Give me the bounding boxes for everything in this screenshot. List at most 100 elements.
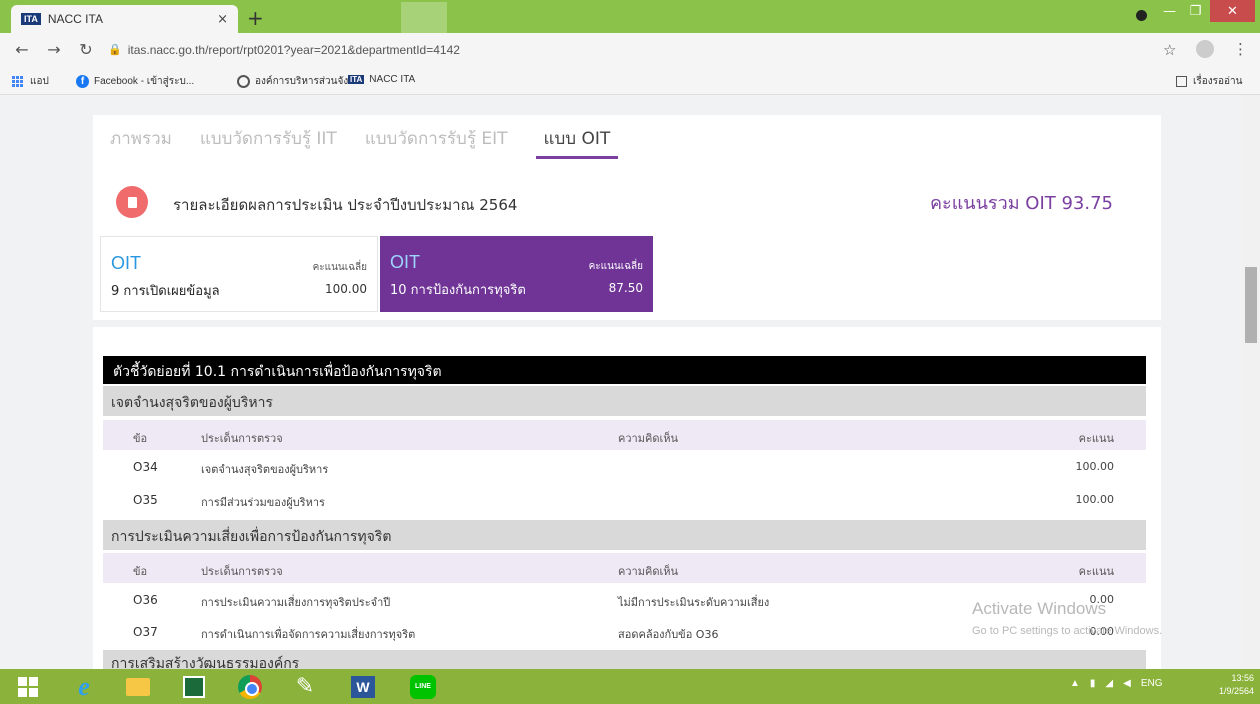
oit-indicator-9[interactable]: OIT 9 การเปิดเผยข้อมูล คะแนนเฉลี่ย 100.0…	[100, 236, 378, 312]
tab-oit[interactable]: แบบ OIT	[535, 121, 619, 159]
activate-windows-hint: Go to PC settings to activate Windows.	[972, 625, 1163, 637]
oit-avg-value: 100.00	[325, 282, 367, 296]
reading-list[interactable]: เรื่องรออ่าน	[1176, 74, 1243, 89]
row-score: 100.00	[1075, 493, 1115, 506]
col-no: ข้อ	[133, 565, 148, 578]
oit-avg-value: 87.50	[608, 281, 643, 295]
close-tab-icon[interactable]: ×	[217, 12, 228, 27]
bookmark-nacc[interactable]: ITA NACC ITA	[348, 74, 415, 85]
network-icon[interactable]: ▮	[1090, 678, 1096, 689]
sub-indicator-header: ตัวชี้วัดย่อยที่ 10.1 การดำเนินการเพื่อป…	[103, 356, 1146, 384]
taskbar-store[interactable]	[174, 671, 214, 702]
word-icon: W	[351, 675, 375, 698]
minimize-button[interactable]: —	[1157, 0, 1182, 22]
row-comment: ไม่มีการประเมินระดับความเสี่ยง	[618, 596, 770, 609]
apps-grid-icon	[12, 75, 24, 88]
row-no: O34	[133, 460, 158, 474]
report-title: รายละเอียดผลการประเมิน ประจำปีงบประมาณ 2…	[173, 196, 518, 214]
oit-name: 10 การป้องกันการทุจริต	[390, 283, 526, 298]
column-header-row: ข้อ ประเด็นการตรวจ ความคิดเห็น คะแนน	[103, 420, 1146, 450]
total-score: คะแนนรวม OIT 93.75	[930, 193, 1114, 214]
menu-kebab-icon[interactable]: ⋮	[1233, 40, 1248, 58]
back-icon[interactable]: ←	[12, 40, 32, 59]
oit-label: OIT	[390, 252, 420, 272]
row-no: O35	[133, 493, 158, 507]
bookmark-org-label: องค์การบริหารส่วนจังห...	[255, 76, 364, 87]
bookmark-org[interactable]: องค์การบริหารส่วนจังห...	[237, 74, 363, 89]
report-tabs: ภาพรวม แบบวัดการรับรู้ IIT แบบวัดการรับร…	[110, 121, 646, 159]
windows-logo-icon	[18, 676, 38, 697]
taskbar-word[interactable]: W	[343, 671, 383, 702]
section-title: การประเมินความเสี่ยงเพื่อการป้องกันการทุ…	[103, 520, 1146, 550]
signal-icon[interactable]: ◢	[1105, 678, 1113, 689]
oit-avg-label: คะแนนเฉลี่ย	[588, 261, 643, 272]
taskbar-line[interactable]: LINE	[403, 671, 443, 702]
taskbar-active-highlight	[401, 2, 447, 33]
row-issue: การดำเนินการเพื่อจัดการความเสี่ยงการทุจร…	[201, 628, 416, 641]
globe-icon	[237, 75, 250, 88]
lock-icon: 🔒	[108, 43, 122, 56]
clock-time: 13:56	[1231, 673, 1254, 683]
system-clock[interactable]: 13:56 1/9/2564	[1210, 672, 1254, 698]
section-title: การเสริมสร้างวัฒนธรรมองค์กร	[103, 650, 1146, 669]
row-comment: สอดคล้องกับข้อ O36	[618, 628, 719, 641]
oit-name: 9 การเปิดเผยข้อมูล	[111, 284, 220, 299]
col-score: คะแนน	[1078, 432, 1114, 445]
oit-label: OIT	[111, 253, 141, 273]
new-tab-button[interactable]: +	[247, 6, 264, 30]
ita-favicon-icon: ITA	[21, 13, 41, 25]
column-header-row: ข้อ ประเด็นการตรวจ ความคิดเห็น คะแนน	[103, 553, 1146, 583]
taskbar-chrome[interactable]	[230, 671, 270, 702]
col-comment: ความคิดเห็น	[618, 565, 678, 578]
table-row: O35 การมีส่วนร่วมของผู้บริหาร 100.00	[103, 484, 1146, 516]
activate-windows-watermark: Activate Windows	[972, 599, 1107, 618]
row-issue: เจตจำนงสุจริตของผู้บริหาร	[201, 463, 329, 476]
taskbar-ie[interactable]: e	[64, 671, 104, 702]
bookmark-star-icon[interactable]: ☆	[1163, 41, 1176, 59]
tab-iit[interactable]: แบบวัดการรับรู้ IIT	[200, 121, 337, 159]
language-indicator[interactable]: ENG	[1141, 678, 1163, 689]
bookmarks-bar: แอป f Facebook - เข้าสู่ระบ... องค์การบร…	[0, 65, 1260, 95]
tab-overview[interactable]: ภาพรวม	[110, 121, 172, 159]
store-icon	[183, 675, 205, 698]
volume-icon[interactable]: ◀	[1123, 678, 1131, 689]
tray-up-arrow-icon[interactable]: ▲	[1070, 678, 1080, 689]
row-score: 100.00	[1075, 460, 1115, 473]
browser-tab[interactable]: ITA NACC ITA ×	[11, 5, 238, 33]
col-no: ข้อ	[133, 432, 148, 445]
file-explorer-icon	[126, 677, 150, 696]
tools-icon: ✎	[295, 674, 315, 699]
page-scrollbar[interactable]	[1242, 95, 1260, 669]
oit-indicator-10[interactable]: OIT 10 การป้องกันการทุจริต คะแนนเฉลี่ย 8…	[380, 236, 653, 312]
taskbar-explorer[interactable]	[118, 671, 158, 702]
bookmark-facebook[interactable]: f Facebook - เข้าสู่ระบ...	[76, 74, 194, 89]
col-issue: ประเด็นการตรวจ	[201, 565, 283, 578]
bookmark-apps[interactable]: แอป	[12, 74, 49, 89]
start-button[interactable]	[8, 671, 48, 702]
reading-list-icon	[1176, 76, 1187, 87]
section-title: เจตจำนงสุจริตของผู้บริหาร	[103, 386, 1146, 416]
document-icon	[116, 186, 148, 218]
maximize-button[interactable]: ❐	[1183, 0, 1208, 22]
table-row: O34 เจตจำนงสุจริตของผู้บริหาร 100.00	[103, 451, 1146, 483]
bookmark-facebook-label: Facebook - เข้าสู่ระบ...	[94, 76, 195, 87]
tab-eit[interactable]: แบบวัดการรับรู้ EIT	[365, 121, 508, 159]
scrollbar-thumb[interactable]	[1245, 267, 1257, 343]
row-no: O37	[133, 625, 158, 639]
reload-icon[interactable]: ↻	[76, 40, 96, 59]
row-issue: การมีส่วนร่วมของผู้บริหาร	[201, 496, 325, 509]
record-icon[interactable]	[1130, 4, 1152, 26]
url-input[interactable]: 🔒 itas.nacc.go.th/report/rpt0201?year=20…	[108, 38, 1153, 61]
col-issue: ประเด็นการตรวจ	[201, 432, 283, 445]
reading-list-label: เรื่องรออ่าน	[1193, 76, 1243, 87]
col-comment: ความคิดเห็น	[618, 432, 678, 445]
forward-icon[interactable]: →	[44, 40, 64, 59]
bookmark-apps-label: แอป	[30, 76, 49, 87]
taskbar-tools[interactable]: ✎	[285, 671, 325, 702]
ita-bookmark-icon: ITA	[348, 75, 365, 84]
tab-title: NACC ITA	[47, 12, 103, 26]
system-tray: ▲ ▮ ◢ ◀ ENG	[1070, 678, 1163, 689]
profile-icon[interactable]	[1196, 40, 1214, 58]
close-window-button[interactable]: ✕	[1210, 0, 1255, 22]
bookmark-nacc-label: NACC ITA	[369, 74, 416, 85]
